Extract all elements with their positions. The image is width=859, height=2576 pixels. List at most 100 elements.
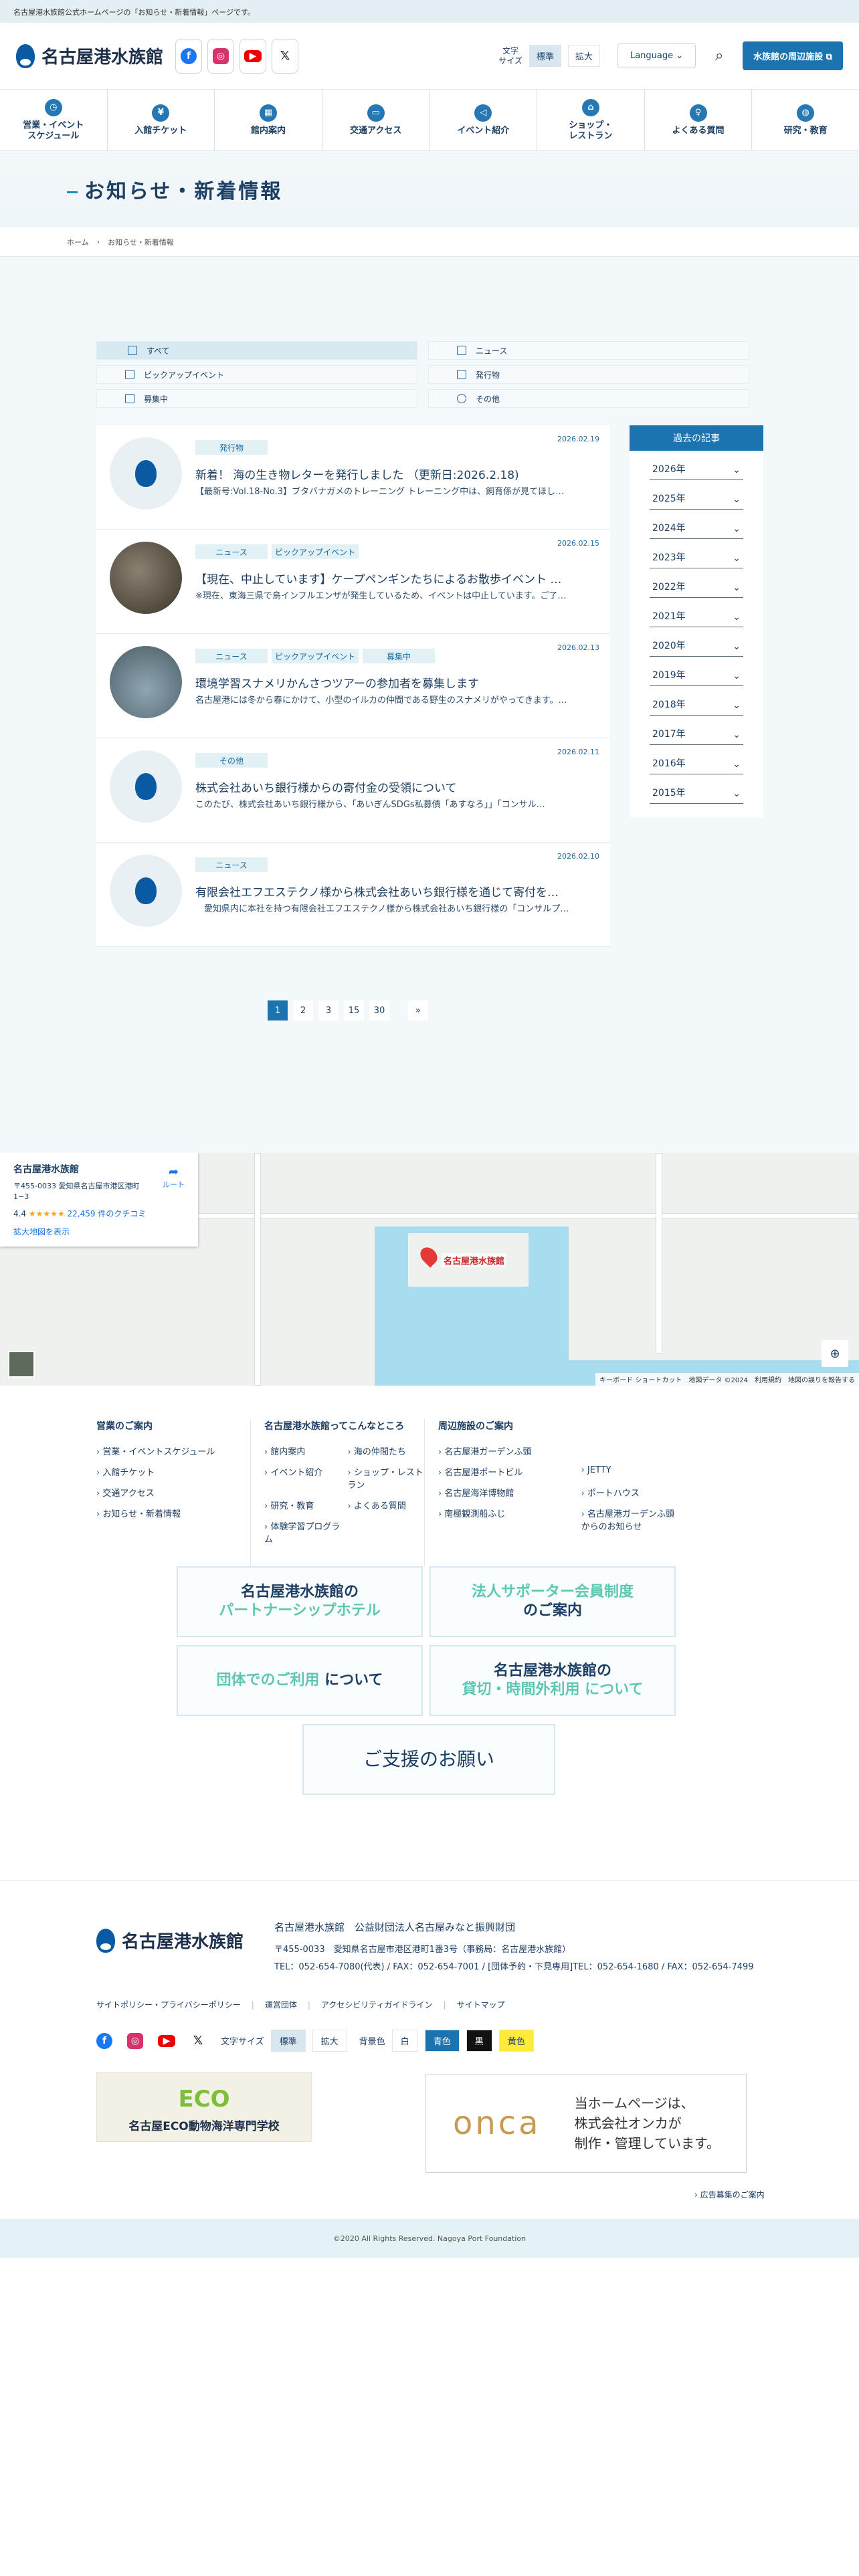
search-icon[interactable]: ⌕ bbox=[708, 45, 731, 68]
footer-link[interactable]: 研究・教育 bbox=[264, 1499, 341, 1511]
footer-link[interactable]: 館内案内 bbox=[264, 1444, 341, 1457]
category-recruiting[interactable]: 募集中 bbox=[96, 389, 417, 408]
language-select[interactable]: Language ⌄ bbox=[617, 43, 696, 68]
archive-year[interactable]: 2022年 ⌄ bbox=[650, 568, 743, 598]
footer-link[interactable]: ポートハウス bbox=[581, 1486, 678, 1499]
font-size-standard[interactable]: 標準 bbox=[529, 45, 561, 67]
page-1[interactable]: 1 bbox=[268, 1000, 288, 1021]
archive-year[interactable]: 2021年 ⌄ bbox=[650, 598, 743, 627]
footer-font-standard[interactable]: 標準 bbox=[270, 2030, 306, 2052]
breadcrumb-home[interactable]: ホーム bbox=[67, 237, 89, 247]
footer-link[interactable]: 南極観測船ふじ bbox=[438, 1507, 575, 1532]
font-size-large[interactable]: 拡大 bbox=[567, 45, 600, 67]
page-3[interactable]: 3 bbox=[318, 1000, 339, 1021]
facebook-link[interactable]: f bbox=[175, 38, 203, 74]
nearby-facilities-button[interactable]: 水族館の周辺施設 ⧉ bbox=[743, 41, 843, 70]
news-item[interactable]: 2026.02.19 発行物 新着！ 海の生き物レターを発行しました （更新日:… bbox=[96, 425, 610, 530]
nav-item-schedule[interactable]: ◷ 営業・イベント スケジュール bbox=[0, 90, 108, 150]
youtube-icon[interactable]: ▶ bbox=[158, 2034, 175, 2047]
news-item[interactable]: 2026.02.15 ニュース ピックアップイベント 【現在、中止しています】ケー… bbox=[96, 530, 610, 634]
eco-school-ad[interactable]: ECO 名古屋ECO動物海洋専門学校 bbox=[96, 2072, 312, 2142]
footer-link[interactable]: 名古屋海洋博物館 bbox=[438, 1486, 575, 1499]
corporate-supporter-banner[interactable]: 法人サポーター会員制度 のご案内 bbox=[430, 1566, 676, 1637]
footer-link[interactable]: 海の仲間たち bbox=[348, 1444, 425, 1457]
onca-ad[interactable]: onca 当ホームページは、 株式会社オンカが 制作・管理しています。 bbox=[425, 2074, 747, 2173]
partnership-hotel-banner[interactable]: 名古屋港水族館の パートナーシップホテル bbox=[177, 1566, 423, 1637]
group-use-banner[interactable]: 団体でのご利用 について bbox=[177, 1645, 423, 1716]
archive-year[interactable]: 2020年 ⌄ bbox=[650, 627, 743, 657]
page-30[interactable]: 30 bbox=[369, 1000, 389, 1021]
archive-year[interactable]: 2019年 ⌄ bbox=[650, 657, 743, 686]
bg-yellow-button[interactable]: 黄色 bbox=[498, 2030, 534, 2052]
footer-link-organization[interactable]: 運営団体 bbox=[252, 1999, 297, 2010]
archive-year[interactable]: 2015年 ⌄ bbox=[650, 774, 743, 804]
map-reviews-link[interactable]: 22,459 件のクチコミ bbox=[68, 1209, 147, 1218]
archive-year[interactable]: 2025年 ⌄ bbox=[650, 480, 743, 510]
footer-link-accessibility[interactable]: アクセシビリティガイドライン bbox=[308, 1999, 433, 2010]
instagram-icon[interactable]: ◎ bbox=[127, 2032, 143, 2049]
footer-link[interactable]: 名古屋港ポートビル bbox=[438, 1465, 575, 1478]
nav-item-faq[interactable]: ♀ よくある質問 bbox=[645, 90, 753, 150]
archive-year[interactable]: 2023年 ⌄ bbox=[650, 539, 743, 568]
footer-link[interactable]: 名古屋港ガーデンふ頭 bbox=[438, 1444, 678, 1457]
footer-link[interactable]: 入館チケット bbox=[96, 1465, 250, 1478]
nav-item-floor-guide[interactable]: ▦ 館内案内 bbox=[215, 90, 322, 150]
bg-white-button[interactable]: 白 bbox=[391, 2030, 418, 2052]
x-link[interactable]: 𝕏 bbox=[272, 38, 299, 74]
ad-recruitment-link[interactable]: › 広告募集のご案内 bbox=[694, 2189, 765, 2200]
enlarge-map-link[interactable]: 拡大地図を表示 bbox=[13, 1226, 185, 1237]
category-label: 発行物 bbox=[476, 370, 500, 380]
next-page-button[interactable]: » bbox=[408, 1000, 428, 1021]
chevron-down-icon: ⌄ bbox=[733, 612, 741, 623]
nav-item-events[interactable]: ◁ イベント紹介 bbox=[430, 90, 538, 150]
footer-link[interactable]: よくある質問 bbox=[348, 1499, 425, 1511]
news-item[interactable]: 2026.02.13 ニュース ピックアップイベント 募集中 環境学習スナメリかんさ… bbox=[96, 634, 610, 738]
footer-link[interactable]: 名古屋港ガーデンふ頭からのお知らせ bbox=[581, 1507, 678, 1532]
private-rental-banner[interactable]: 名古屋港水族館の 貸切・時間外利用 について bbox=[430, 1645, 676, 1716]
archive-year[interactable]: 2018年 ⌄ bbox=[650, 686, 743, 716]
footer-link[interactable]: 営業・イベントスケジュール bbox=[96, 1444, 250, 1457]
footer-logo[interactable]: 名古屋港水族館 bbox=[96, 1928, 244, 1953]
archive-year[interactable]: 2016年 ⌄ bbox=[650, 745, 743, 774]
page-2[interactable]: 2 bbox=[293, 1000, 313, 1021]
footer-link-sitemap[interactable]: サイトマップ bbox=[444, 1999, 505, 2010]
category-all[interactable]: すべて bbox=[96, 341, 417, 360]
nav-item-access[interactable]: ▭ 交通アクセス bbox=[322, 90, 430, 150]
instagram-link[interactable]: ◎ bbox=[207, 38, 235, 74]
map-route-button[interactable]: ➦ ルート bbox=[163, 1165, 185, 1190]
nav-item-research[interactable]: ◍ 研究・教育 bbox=[752, 90, 859, 150]
x-icon[interactable]: 𝕏 bbox=[190, 2033, 206, 2049]
site-logo[interactable]: 名古屋港水族館 bbox=[16, 43, 163, 68]
bg-blue-button[interactable]: 青色 bbox=[424, 2030, 460, 2052]
footer-link[interactable]: お知らせ・新着情報 bbox=[96, 1507, 250, 1519]
map-satellite-toggle[interactable] bbox=[8, 1351, 35, 1378]
footer-font-large[interactable]: 拡大 bbox=[312, 2030, 347, 2052]
footer-link[interactable]: 交通アクセス bbox=[96, 1486, 250, 1499]
category-news[interactable]: ニュース bbox=[428, 341, 749, 360]
archive-year[interactable]: 2017年 ⌄ bbox=[650, 716, 743, 745]
bg-black-button[interactable]: 黒 bbox=[466, 2030, 492, 2052]
nav-item-tickets[interactable]: ¥ 入館チケット bbox=[108, 90, 215, 150]
category-other[interactable]: その他 bbox=[428, 389, 749, 408]
support-request-banner[interactable]: ご支援のお願い bbox=[302, 1724, 555, 1795]
archive-year[interactable]: 2024年 ⌄ bbox=[650, 510, 743, 539]
banner-line2: 貸切・時間外利用 について bbox=[462, 1681, 644, 1698]
footer-link-policy[interactable]: サイトポリシー・プライバシーポリシー bbox=[96, 1999, 241, 2010]
news-item[interactable]: 2026.02.11 その他 株式会社あいち銀行様からの寄付金の受領について こ… bbox=[96, 738, 610, 843]
facebook-icon[interactable]: f bbox=[96, 2032, 112, 2049]
archive-year[interactable]: 2026年 ⌄ bbox=[650, 451, 743, 480]
map-camera-control[interactable]: ⊕ bbox=[822, 1340, 848, 1367]
page-15[interactable]: 15 bbox=[344, 1000, 364, 1021]
youtube-link[interactable]: ▶ bbox=[240, 38, 267, 74]
category-publications[interactable]: 発行物 bbox=[428, 365, 749, 384]
footer-link[interactable]: JETTY bbox=[581, 1465, 678, 1478]
nav-item-shop[interactable]: ⌂ ショップ・ レストラン bbox=[537, 90, 645, 150]
category-pickup[interactable]: ピックアップイベント bbox=[96, 365, 417, 384]
category-label: ピックアップイベント bbox=[144, 370, 225, 380]
google-map[interactable]: 名古屋港水族館 〒455-0033 愛知県名古屋市港区港町 1−3 4.4 ★★… bbox=[0, 1153, 859, 1386]
footer-link[interactable]: ショップ・レストラン bbox=[348, 1465, 425, 1491]
news-item[interactable]: 2026.02.10 ニュース 有限会社エフエステクノ様から株式会社あいち銀行様… bbox=[96, 843, 610, 947]
news-tag: その他 bbox=[195, 753, 268, 768]
footer-link[interactable]: 体験学習プログラム bbox=[264, 1519, 341, 1545]
footer-link[interactable]: イベント紹介 bbox=[264, 1465, 341, 1491]
